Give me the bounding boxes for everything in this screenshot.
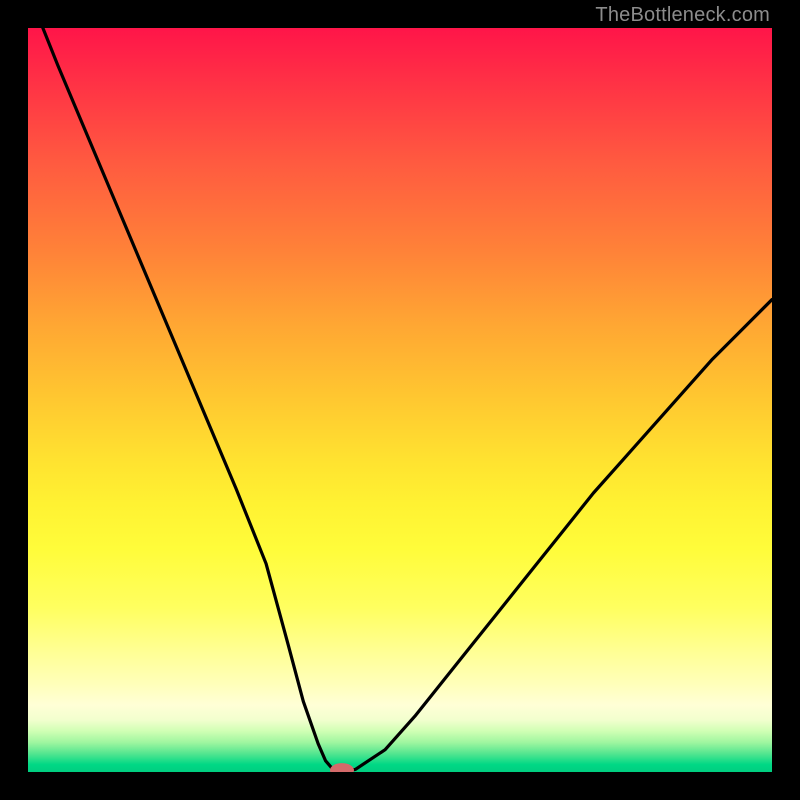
minimum-marker: [330, 763, 354, 772]
chart-frame: TheBottleneck.com: [0, 0, 800, 800]
watermark-text: TheBottleneck.com: [595, 4, 770, 27]
bottleneck-curve: [28, 28, 772, 771]
chart-svg: [28, 28, 772, 772]
plot-area: [28, 28, 772, 772]
